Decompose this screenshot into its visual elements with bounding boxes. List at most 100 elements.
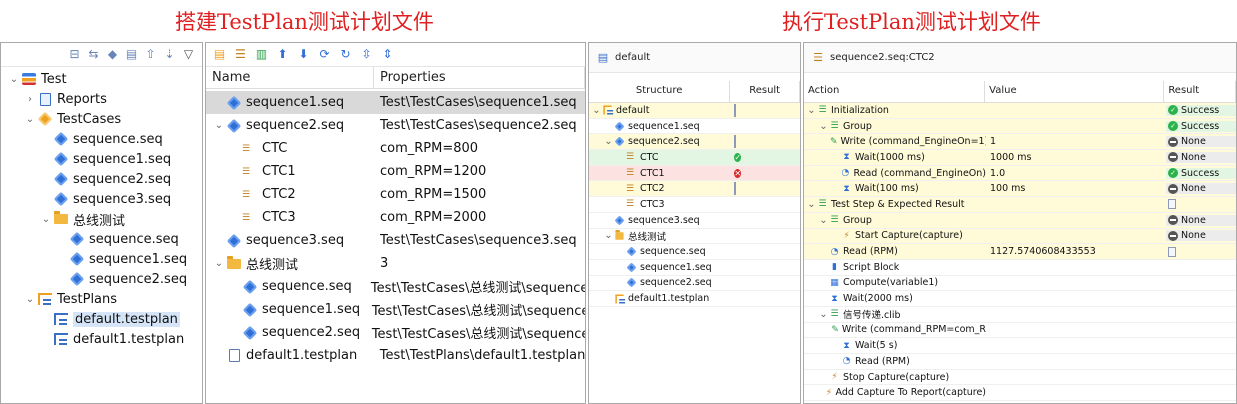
- view-menu-icon[interactable]: ▽: [181, 47, 196, 62]
- twisty-icon[interactable]: ⌄: [23, 114, 37, 125]
- sequence-row[interactable]: ⌄ ☰ Test Step & Expected Result: [804, 197, 1236, 213]
- twisty-icon[interactable]: ›: [23, 94, 37, 105]
- twisty-icon[interactable]: ⌄: [212, 120, 226, 131]
- structure-row[interactable]: sequence1.seq: [589, 260, 800, 276]
- refresh-icon[interactable]: ⟳: [317, 47, 332, 62]
- structure-row[interactable]: ☰ CTC2: [589, 181, 800, 198]
- tree-item[interactable]: ⌄ TestPlans: [1, 289, 202, 309]
- twisty-icon[interactable]: ⌄: [39, 214, 53, 225]
- move-up-icon[interactable]: ⬆: [275, 47, 290, 62]
- add-ctc-icon[interactable]: ☰: [233, 47, 248, 62]
- twisty-icon[interactable]: ⌄: [603, 136, 614, 147]
- import-icon[interactable]: ⇧: [143, 47, 158, 62]
- structure-row[interactable]: ⌄ sequence2.seq: [589, 134, 800, 151]
- twisty-icon[interactable]: ⌄: [603, 230, 614, 241]
- structure-row[interactable]: sequence.seq: [589, 244, 800, 260]
- twisty-icon[interactable]: ⌄: [591, 105, 602, 116]
- tree-item[interactable]: sequence1.seq: [1, 149, 202, 169]
- twisty-icon[interactable]: ⌄: [818, 215, 829, 226]
- expand-icon[interactable]: ⇳: [359, 47, 374, 62]
- sequence-row[interactable]: ▦ Compute(variable1): [804, 276, 1236, 292]
- structure-row[interactable]: default1.testplan: [589, 291, 800, 307]
- sequence-row[interactable]: ⚡ Start Capture(capture) None: [804, 228, 1236, 245]
- plan-table-row[interactable]: ☰ CTC2 com_RPM=1500: [206, 183, 585, 206]
- twisty-icon[interactable]: ⌄: [818, 309, 829, 320]
- twisty-icon[interactable]: ⌄: [806, 199, 817, 210]
- structure-row[interactable]: ⌄ 总线测试: [589, 229, 800, 245]
- new-folder-icon[interactable]: ▤: [124, 47, 139, 62]
- plan-table-row[interactable]: sequence3.seq Test\TestCases\sequence3.se…: [206, 229, 585, 252]
- structure-row[interactable]: sequence3.seq: [589, 213, 800, 229]
- sequence-row[interactable]: ▮ Script Block: [804, 260, 1236, 276]
- structure-row[interactable]: ☰ CTC ✓: [589, 150, 800, 166]
- tree-item[interactable]: sequence1.seq: [1, 249, 202, 269]
- result-column-header[interactable]: Result: [730, 81, 800, 102]
- tree-item[interactable]: default.testplan: [1, 309, 202, 329]
- sequence-row[interactable]: ⌄ ☰ 信号传递.clib: [804, 307, 1236, 323]
- sequence-row[interactable]: ⌄ ☰ Group ✓ Success: [804, 118, 1236, 135]
- sequence-row[interactable]: ⧗ Wait(1000 ms) 1000 ms None: [804, 150, 1236, 166]
- twisty-icon[interactable]: ⌄: [806, 105, 817, 116]
- plan-table-row[interactable]: sequence2.seq Test\TestCases\总线测试\sequenc…: [206, 321, 585, 344]
- tree-item[interactable]: sequence3.seq: [1, 189, 202, 209]
- report-doc-icon[interactable]: [734, 182, 737, 196]
- move-down-icon[interactable]: ⬇: [296, 47, 311, 62]
- report-doc-icon[interactable]: [1168, 199, 1176, 210]
- action-column-header[interactable]: Action: [804, 81, 986, 102]
- sequence-row[interactable]: ⌄ ☰ Initialization ✓ Success: [804, 103, 1236, 119]
- sequence-row[interactable]: ⧗ Wait(2000 ms): [804, 291, 1236, 307]
- structure-row[interactable]: ☰ CTC3: [589, 197, 800, 213]
- tree-item[interactable]: › Reports: [1, 89, 202, 109]
- tree-item[interactable]: sequence.seq: [1, 229, 202, 249]
- sequence-row[interactable]: ⌄ ☰ Group None: [804, 212, 1236, 229]
- sort-icon[interactable]: ⇕: [380, 47, 395, 62]
- tree-item[interactable]: ⌄ TestCases: [1, 109, 202, 129]
- structure-row[interactable]: ☰ CTC1 ✕: [589, 165, 800, 182]
- add-group-icon[interactable]: ▥: [254, 47, 269, 62]
- value-column-header[interactable]: Value: [985, 81, 1165, 102]
- add-seq-icon[interactable]: ▤: [212, 47, 227, 62]
- filter-icon[interactable]: ⇣: [162, 47, 177, 62]
- plan-table-row[interactable]: ☰ CTC3 com_RPM=2000: [206, 206, 585, 229]
- sequence-row[interactable]: ✎ Write (command_EngineOn=1) 1 None: [804, 134, 1236, 151]
- plan-table-row[interactable]: ☰ CTC1 com_RPM=1200: [206, 160, 585, 183]
- sync-icon[interactable]: ↻: [338, 47, 353, 62]
- new-testcase-icon[interactable]: ◆: [105, 47, 120, 62]
- sequence-row[interactable]: ⧗ Wait(100 ms) 100 ms None: [804, 181, 1236, 198]
- plan-table-row[interactable]: default1.testplan Test\TestPlans\default1…: [206, 344, 585, 367]
- sequence-row[interactable]: ⚡ Stop Capture(capture): [804, 370, 1236, 386]
- structure-row[interactable]: sequence2.seq: [589, 276, 800, 292]
- seq-result-column-header[interactable]: Result: [1164, 81, 1236, 102]
- sequence-row[interactable]: ◔ Read (RPM): [804, 354, 1236, 370]
- sequence-row[interactable]: ⚡ Add Capture To Report(capture): [804, 385, 1236, 402]
- plan-table-row[interactable]: sequence1.seq Test\TestCases\总线测试\sequenc…: [206, 298, 585, 321]
- sequence-row[interactable]: ✎ Write (command_RPM=com_R: [804, 323, 1236, 339]
- structure-column-header[interactable]: Structure: [589, 81, 731, 102]
- plan-table-row[interactable]: ⌄ sequence2.seq Test\TestCases\sequence2.s…: [206, 114, 585, 137]
- tree-item[interactable]: sequence.seq: [1, 129, 202, 149]
- twisty-icon[interactable]: ⌄: [23, 294, 37, 305]
- link-editor-icon[interactable]: ⇆: [86, 47, 101, 62]
- twisty-icon[interactable]: ⌄: [7, 74, 21, 85]
- plan-table-row[interactable]: sequence.seq Test\TestCases\总线测试\sequence…: [206, 275, 585, 298]
- report-doc-icon[interactable]: [1168, 246, 1176, 257]
- tree-item[interactable]: ⌄ 总线测试: [1, 209, 202, 229]
- structure-row[interactable]: sequence1.seq: [589, 119, 800, 135]
- name-column-header[interactable]: Name: [206, 67, 374, 88]
- twisty-icon[interactable]: ⌄: [212, 258, 226, 269]
- plan-table-row[interactable]: sequence1.seq Test\TestCases\sequence1.se…: [206, 91, 585, 114]
- tree-item[interactable]: sequence2.seq: [1, 269, 202, 289]
- structure-row[interactable]: ⌄ default: [589, 103, 800, 119]
- sequence-row[interactable]: ⧗ Wait(5 s): [804, 338, 1236, 354]
- collapse-all-icon[interactable]: ⊟: [67, 47, 82, 62]
- report-doc-icon[interactable]: [734, 103, 737, 117]
- sequence-row[interactable]: ◔ Read (command_EngineOn) 1.0 ✓ Success: [804, 165, 1236, 182]
- properties-column-header[interactable]: Properties: [374, 67, 585, 88]
- tree-item[interactable]: sequence2.seq: [1, 169, 202, 189]
- sequence-row[interactable]: ◔ Read (RPM) 1127.5740608433553: [804, 244, 1236, 260]
- tree-item[interactable]: default1.testplan: [1, 329, 202, 349]
- twisty-icon[interactable]: ⌄: [818, 121, 829, 132]
- tree-item[interactable]: ⌄ Test: [1, 69, 202, 89]
- plan-table-row[interactable]: ⌄ 总线测试 3: [206, 252, 585, 275]
- report-doc-icon[interactable]: [734, 135, 737, 149]
